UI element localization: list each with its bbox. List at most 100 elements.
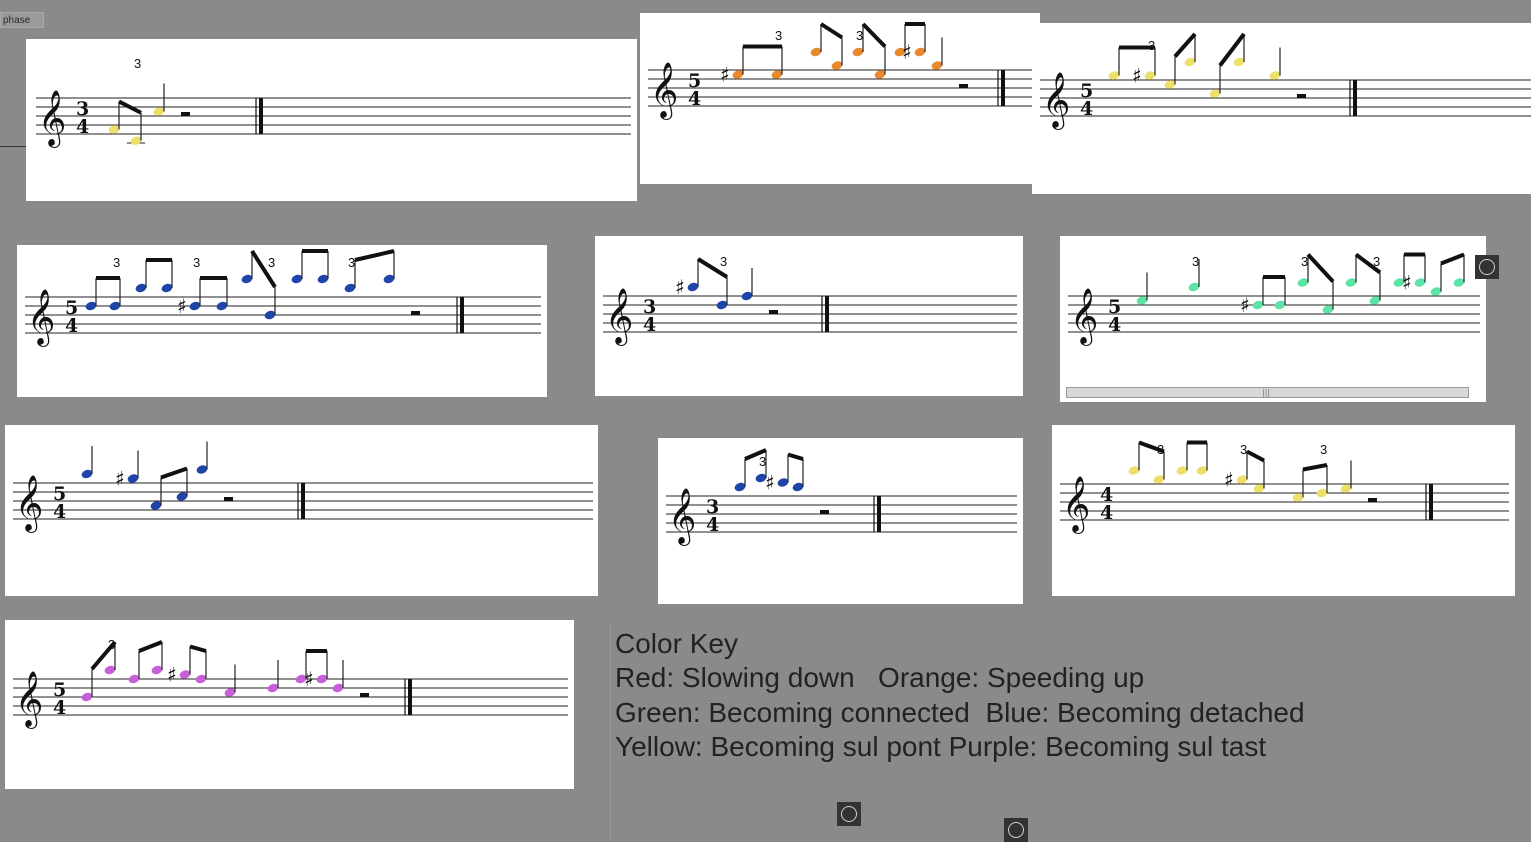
sharp-icon: ♯: [1224, 468, 1234, 492]
rest-icon: [181, 112, 190, 116]
tuplet-number: 3: [1301, 254, 1308, 269]
time-signature-denominator: 4: [643, 314, 656, 336]
color-key: Color Key Red: Slowing down Orange: Spee…: [610, 624, 1521, 840]
final-barline: [301, 483, 305, 519]
beam: [1440, 252, 1465, 266]
final-barline: [877, 496, 881, 532]
beam: [1246, 449, 1265, 463]
tuplet-number: 3: [1320, 442, 1327, 457]
beam: [819, 22, 844, 40]
tuplet-number: 3: [1240, 442, 1247, 457]
treble-clef-icon: 𝄞: [1042, 72, 1070, 130]
circle-icon[interactable]: [1475, 255, 1499, 279]
color-key-title: Color Key: [615, 628, 738, 659]
sharp-icon: ♯: [675, 275, 685, 299]
beam: [1173, 32, 1197, 58]
final-barline: [1001, 70, 1005, 106]
beam: [1302, 463, 1328, 472]
staff-svg: 𝄞 34♯3: [666, 448, 1017, 546]
rest-icon: [224, 497, 233, 501]
color-key-line-2: Green: Becoming connected Blue: Becoming…: [615, 697, 1305, 728]
beam: [189, 644, 207, 653]
staff-svg: 𝄞 54♯3 3 3 3: [25, 249, 541, 347]
staff-svg: 𝄞 54♯ ♯3: [13, 637, 568, 729]
final-barline: [825, 296, 829, 332]
beam: [787, 452, 804, 461]
beam: [1306, 253, 1335, 283]
sharp-icon: ♯: [902, 40, 912, 64]
sharp-icon: ♯: [1132, 64, 1142, 88]
rest-icon: [769, 310, 778, 314]
tuplet-number: 3: [348, 255, 355, 270]
final-barline: [1429, 484, 1433, 520]
tuplet-number: 3: [1148, 38, 1155, 53]
phase-button[interactable]: phase: [0, 12, 44, 28]
beam: [354, 249, 395, 262]
rest-icon: [820, 510, 829, 514]
tuplet-number: 3: [720, 254, 727, 269]
beam: [160, 466, 188, 480]
divider-line: [0, 146, 26, 147]
beam: [861, 22, 887, 48]
time-signature-denominator: 4: [65, 315, 78, 337]
tuplet-number: 3: [108, 637, 115, 652]
time-signature-denominator: 4: [76, 116, 89, 138]
score-panel: 𝄞 3 4 ♯ 3: [595, 236, 1023, 396]
staff-svg: 𝄞 44♯3 3 3: [1060, 440, 1509, 534]
color-key-line-1: Red: Slowing down Orange: Speeding up: [615, 662, 1145, 693]
final-barline: [1353, 80, 1357, 116]
sharp-icon: ♯: [167, 663, 177, 687]
score-panel: 𝄞 5 4 ♯ ♯ 3 3 3: [1060, 236, 1486, 402]
treble-clef-icon: 𝄞: [15, 475, 43, 533]
grip-icon: |||: [1262, 388, 1271, 397]
sharp-icon: ♯: [765, 471, 775, 495]
score-panel: 𝄞 5 4 ♯ 3 3 3 3: [17, 245, 547, 397]
sharp-icon: ♯: [720, 63, 730, 87]
time-signature-denominator: 4: [53, 697, 66, 719]
staff-svg: 𝄞 54♯♯3 3: [648, 22, 1032, 120]
sharp-icon: ♯: [1402, 271, 1412, 295]
horizontal-scrollbar[interactable]: |||: [1066, 387, 1469, 398]
tuplet-number: 3: [759, 454, 766, 469]
treble-clef-icon: 𝄞: [15, 671, 43, 729]
sharp-icon: ♯: [1240, 293, 1250, 317]
time-signature-denominator: 4: [1108, 314, 1121, 336]
time-signature-denominator: 4: [1100, 502, 1113, 524]
rest-icon: [411, 311, 420, 315]
final-barline: [460, 297, 464, 333]
tuplet-number: 3: [1157, 442, 1164, 457]
time-signature-denominator: 4: [706, 514, 719, 536]
staff-svg: 𝄞 34♯3: [603, 254, 1017, 346]
treble-clef-icon: 𝄞: [650, 62, 678, 120]
staff-svg: 𝄞 54♯3: [1040, 32, 1531, 130]
tuplet-number: 3: [856, 28, 863, 43]
staff-svg: 𝄞 54♯: [13, 441, 593, 533]
treble-clef-icon: 𝄞: [605, 288, 633, 346]
treble-clef-icon: 𝄞: [27, 289, 55, 347]
score-panel: 𝄞 3 4 3: [26, 39, 637, 201]
tuplet-number: 3: [134, 56, 141, 71]
beam: [138, 640, 163, 653]
final-barline: [408, 679, 412, 715]
treble-clef-icon: 𝄞: [1070, 288, 1098, 346]
score-panel: 𝄞 5 4 ♯ 3: [1032, 23, 1531, 194]
rest-icon: [1297, 94, 1306, 98]
treble-clef-icon: 𝄞: [38, 90, 66, 148]
time-signature-denominator: 4: [1080, 98, 1093, 120]
tuplet-number: 3: [268, 255, 275, 270]
score-panel: 𝄞 3 4 ♯ 3: [658, 438, 1023, 604]
sharp-icon: ♯: [304, 667, 314, 691]
treble-clef-icon: 𝄞: [1062, 476, 1090, 534]
score-panel: 𝄞 4 4 ♯ 3 3 3: [1052, 425, 1515, 596]
score-panel: 𝄞 5 4 ♯ ♯ 3: [5, 620, 574, 789]
score-panel: 𝄞 5 4 ♯ ♯ 3 3: [640, 13, 1040, 184]
rest-icon: [1368, 498, 1377, 502]
treble-clef-icon: 𝄞: [668, 488, 696, 546]
staff-svg: 𝄞 54♯♯3 3 3: [1068, 252, 1480, 346]
sharp-icon: ♯: [115, 467, 125, 491]
staff-svg: 𝄞 343: [36, 56, 631, 148]
final-barline: [259, 98, 263, 134]
time-signature-denominator: 4: [688, 88, 701, 110]
sharp-icon: ♯: [177, 294, 187, 318]
tuplet-number: 3: [1192, 254, 1199, 269]
